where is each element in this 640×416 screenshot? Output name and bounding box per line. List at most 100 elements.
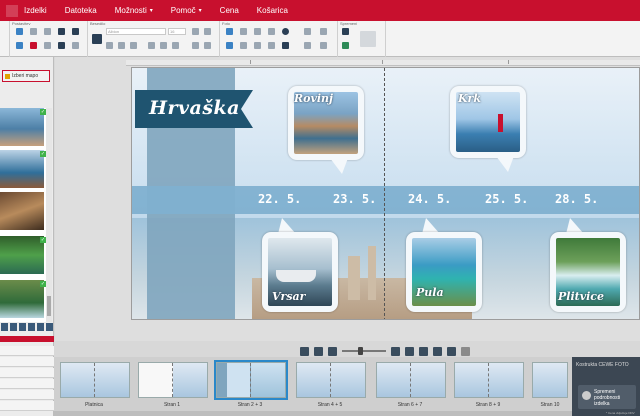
date-label[interactable]: 28. 5. (555, 192, 598, 206)
back-icon[interactable] (72, 28, 79, 35)
scrollbar-thumb[interactable] (47, 296, 51, 316)
align-right-icon[interactable] (172, 42, 179, 49)
align-center-icon[interactable] (160, 42, 167, 49)
rotate-left-icon[interactable] (254, 28, 261, 35)
filter-icon[interactable] (282, 28, 289, 35)
place-label[interactable]: Krk (458, 92, 481, 105)
photo-thumb[interactable]: ✓ (0, 108, 46, 146)
mirror-icon[interactable] (240, 42, 247, 49)
product-icon[interactable] (342, 42, 349, 49)
panel-section[interactable] (0, 401, 54, 411)
photo-thumb[interactable]: ✓ (0, 150, 46, 188)
spread-thumb-cover[interactable] (60, 362, 130, 398)
photo-bubble-vrsar[interactable]: Vrsar (262, 232, 338, 312)
enhance-icon[interactable] (226, 42, 233, 49)
photo-bubble-pula[interactable]: Pula (406, 232, 482, 312)
font-size-select[interactable]: 16 (168, 28, 186, 35)
next-page-icon[interactable] (433, 346, 442, 356)
zoom-in-icon[interactable] (391, 346, 400, 356)
settings-large-icon[interactable] (360, 31, 376, 47)
swap-icon[interactable] (304, 28, 311, 35)
spread-title[interactable]: Hrvaška (149, 97, 240, 119)
font-grow-icon[interactable] (192, 28, 199, 35)
delete-icon[interactable] (37, 323, 44, 331)
panel-section[interactable] (0, 357, 54, 367)
single-page-view-icon[interactable] (300, 346, 309, 356)
panel-section[interactable] (0, 368, 54, 378)
change-product-details-button[interactable]: Spremeni podrobnosti izdelka (578, 385, 636, 409)
date-label[interactable]: 24. 5. (408, 192, 451, 206)
text-effect-icon[interactable] (204, 42, 211, 49)
crop-icon[interactable] (240, 28, 247, 35)
filmstrip-scrollbar[interactable] (54, 411, 572, 416)
photo-icon[interactable] (226, 28, 233, 35)
place-label[interactable]: Plitvice (558, 290, 604, 303)
arrange-icon[interactable] (44, 28, 51, 35)
zoom-out-icon[interactable] (328, 346, 337, 356)
layout-icon[interactable] (16, 28, 23, 35)
fill-icon[interactable] (320, 42, 327, 49)
spread-thumb-4-5[interactable] (296, 362, 366, 398)
previous-page-icon[interactable] (405, 346, 414, 356)
menu-datoteka[interactable]: Datoteka (65, 6, 97, 15)
text-box-icon[interactable] (92, 34, 102, 44)
menu-izdelki[interactable]: Izdelki (24, 6, 47, 15)
place-label[interactable]: Rovinj (294, 92, 333, 105)
panel-section[interactable] (0, 346, 54, 356)
align-left-icon[interactable] (148, 42, 155, 49)
underline-icon[interactable] (130, 42, 137, 49)
bold-icon[interactable] (106, 42, 113, 49)
view-icon[interactable] (1, 323, 8, 331)
rotate-icon[interactable] (44, 42, 51, 49)
fullscreen-icon[interactable] (419, 346, 428, 356)
spread-thumb-2-3[interactable] (214, 360, 288, 400)
photo-list-scrollbar[interactable] (46, 108, 52, 322)
place-label[interactable]: Vrsar (272, 290, 305, 303)
photo-thumb[interactable]: ✓ (0, 280, 46, 318)
place-label[interactable]: Pula (416, 286, 444, 299)
border-icon[interactable] (268, 42, 275, 49)
shadow-icon[interactable] (282, 42, 289, 49)
text-color-icon[interactable] (192, 42, 199, 49)
menu-cena[interactable]: Cena (220, 6, 239, 15)
align-icon[interactable] (58, 42, 65, 49)
choose-folder-button[interactable]: Izberi mapo (2, 70, 50, 82)
sort-icon[interactable] (10, 323, 17, 331)
album-spread[interactable]: Hrvaška 22. 5. 23. 5. 24. 5. 25. 5. 28. … (131, 67, 640, 320)
zoom-slider-handle[interactable] (358, 347, 363, 355)
spread-thumb-10[interactable] (532, 362, 568, 398)
italic-icon[interactable] (118, 42, 125, 49)
menu-pomoc[interactable]: Pomoč ▾ (171, 6, 202, 15)
zoom-slider[interactable] (342, 347, 386, 355)
spread-thumb-6-7[interactable] (376, 362, 446, 398)
filter-icon[interactable] (19, 323, 26, 331)
date-label[interactable]: 25. 5. (485, 192, 528, 206)
font-family-select[interactable]: Albion (106, 28, 166, 35)
grid-icon[interactable] (30, 28, 37, 35)
date-label[interactable]: 23. 5. (333, 192, 376, 206)
menu-kosarica[interactable]: Košarica (257, 6, 288, 15)
undo-icon[interactable] (72, 42, 79, 49)
select-all-icon[interactable] (28, 323, 35, 331)
spread-thumb-8-9[interactable] (454, 362, 524, 398)
photo-bubble-krk[interactable]: Krk (450, 86, 526, 158)
font-shrink-icon[interactable] (204, 28, 211, 35)
panel-section[interactable] (0, 390, 54, 400)
menu-moznosti[interactable]: Možnosti ▾ (115, 6, 153, 15)
date-label[interactable]: 22. 5. (258, 192, 301, 206)
photo-thumb[interactable] (0, 192, 44, 230)
fit-icon[interactable] (320, 28, 327, 35)
grid-view-icon[interactable] (314, 346, 323, 356)
replace-icon[interactable] (304, 42, 311, 49)
info-icon[interactable] (46, 323, 53, 331)
frame-icon[interactable] (16, 42, 23, 49)
clipart-icon[interactable] (30, 42, 37, 49)
page-view-icon[interactable] (461, 346, 470, 356)
rotate-right-icon[interactable] (268, 28, 275, 35)
front-icon[interactable] (58, 28, 65, 35)
panel-section[interactable] (0, 379, 54, 389)
photo-bubble-plitvice[interactable]: Plitvice (550, 232, 626, 312)
preview-icon[interactable] (447, 346, 456, 356)
photo-thumb[interactable]: ✓ (0, 236, 46, 274)
change-icon[interactable] (342, 28, 349, 35)
